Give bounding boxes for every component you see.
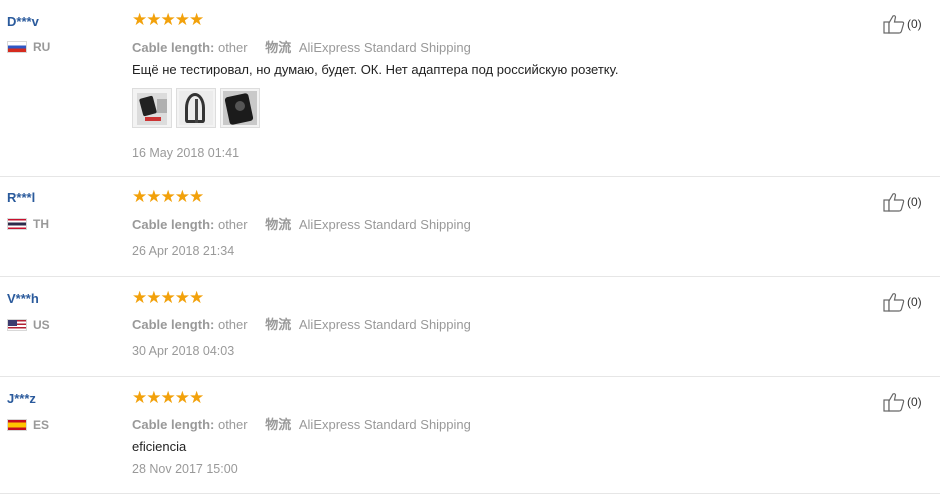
review-text: Ещё не тестировал, но думаю, будет. ОК. … — [132, 62, 619, 77]
rating-stars: ★★★★★ — [132, 388, 204, 407]
helpful-vote[interactable]: (0) — [883, 14, 922, 34]
thumbs-up-icon[interactable] — [883, 292, 905, 312]
review-text: eficiencia — [132, 439, 187, 454]
reviewer-country: RU — [7, 40, 50, 54]
thumbs-up-icon[interactable] — [883, 192, 905, 212]
shipping-label: 物流 — [265, 317, 292, 332]
review-date: 26 Apr 2018 21:34 — [132, 244, 235, 258]
order-info: Cable length: other 物流 AliExpress Standa… — [132, 414, 471, 433]
helpful-count: (0) — [907, 195, 922, 209]
reviewer-country: ES — [7, 418, 49, 432]
reviewer-name[interactable]: R***l — [7, 190, 35, 205]
helpful-vote[interactable]: (0) — [883, 392, 922, 412]
reviewer-name[interactable]: V***h — [7, 291, 39, 306]
shipping-method: AliExpress Standard Shipping — [298, 217, 471, 232]
usa-flag-icon — [7, 319, 27, 331]
review-item: R***l TH ★★★★★ Cable length: other 物流 Al… — [0, 176, 940, 277]
review-date: 28 Nov 2017 15:00 — [132, 462, 238, 476]
rating-stars: ★★★★★ — [132, 187, 204, 206]
russia-flag-icon — [7, 41, 27, 53]
thumbs-up-icon[interactable] — [883, 392, 905, 412]
order-info: Cable length: other 物流 AliExpress Standa… — [132, 314, 471, 333]
shipping-method: AliExpress Standard Shipping — [298, 40, 471, 55]
cable-length-value: other — [217, 217, 248, 232]
cable-length-label: Cable length: — [132, 217, 215, 232]
cable-length-label: Cable length: — [132, 40, 215, 55]
spain-flag-icon — [7, 419, 27, 431]
review-photo-thumbnail[interactable] — [132, 88, 172, 128]
shipping-label: 物流 — [265, 217, 292, 232]
country-code: ES — [33, 418, 50, 432]
cable-length-value: other — [217, 40, 248, 55]
review-date: 30 Apr 2018 04:03 — [132, 344, 235, 358]
reviewer-country: TH — [7, 217, 49, 231]
reviewer-name[interactable]: J***z — [7, 391, 36, 406]
helpful-vote[interactable]: (0) — [883, 192, 922, 212]
helpful-count: (0) — [907, 17, 922, 31]
cable-length-label: Cable length: — [132, 317, 215, 332]
shipping-method: AliExpress Standard Shipping — [298, 317, 471, 332]
review-item: D***v RU ★★★★★ Cable length: other 物流 Al… — [0, 0, 940, 177]
review-item: V***h US ★★★★★ Cable length: other 物流 Al… — [0, 276, 940, 377]
cable-length-value: other — [217, 317, 248, 332]
helpful-vote[interactable]: (0) — [883, 292, 922, 312]
country-code: TH — [33, 217, 49, 231]
order-info: Cable length: other 物流 AliExpress Standa… — [132, 214, 471, 233]
country-code: RU — [33, 40, 51, 54]
thumbs-up-icon[interactable] — [883, 14, 905, 34]
shipping-label: 物流 — [265, 40, 292, 55]
helpful-count: (0) — [907, 395, 922, 409]
review-date: 16 May 2018 01:41 — [132, 146, 240, 160]
review-photos — [132, 88, 260, 128]
thailand-flag-icon — [7, 218, 27, 230]
cable-length-value: other — [217, 417, 248, 432]
cable-length-label: Cable length: — [132, 417, 215, 432]
country-code: US — [33, 318, 50, 332]
review-photo-thumbnail[interactable] — [176, 88, 216, 128]
review-item: J***z ES ★★★★★ Cable length: other 物流 Al… — [0, 376, 940, 494]
order-info: Cable length: other 物流 AliExpress Standa… — [132, 37, 471, 56]
reviewer-name[interactable]: D***v — [7, 14, 39, 29]
review-photo-thumbnail[interactable] — [220, 88, 260, 128]
reviewer-country: US — [7, 318, 50, 332]
shipping-method: AliExpress Standard Shipping — [298, 417, 471, 432]
rating-stars: ★★★★★ — [132, 288, 204, 307]
shipping-label: 物流 — [265, 417, 292, 432]
helpful-count: (0) — [907, 295, 922, 309]
rating-stars: ★★★★★ — [132, 10, 204, 29]
